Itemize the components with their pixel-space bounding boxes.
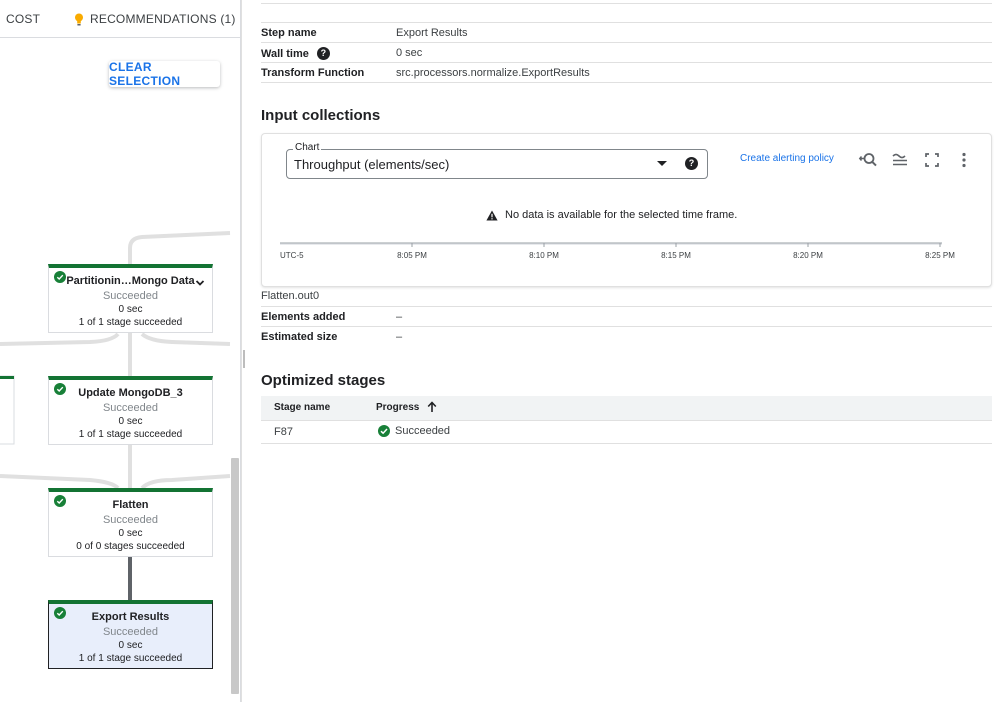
step-name-value: Export Results xyxy=(396,27,468,39)
clear-selection-button[interactable]: CLEAR SELECTION xyxy=(109,60,220,88)
wall-time-label: Wall time xyxy=(261,47,309,60)
job-graph-panel: Partitionin…Mongo Data Succeeded 0 sec 1… xyxy=(0,0,241,702)
node-stages: 1 of 1 stage succeeded xyxy=(78,429,183,440)
x-axis-tick-label: 8:25 PM xyxy=(925,251,955,260)
table-row[interactable]: F87 Succeeded xyxy=(261,421,992,444)
dropdown-arrow-icon[interactable] xyxy=(657,161,667,166)
lightbulb-icon xyxy=(75,13,83,25)
node-status: Succeeded xyxy=(102,290,159,302)
node-duration: 0 sec xyxy=(118,416,143,427)
tab-recommendations[interactable]: RECOMMENDATIONS (1) xyxy=(74,12,236,26)
x-axis-tick-label: UTC-5 xyxy=(280,251,304,260)
node-duration: 0 sec xyxy=(118,304,143,315)
x-axis-tick-label: 8:20 PM xyxy=(793,251,823,260)
transform-function-value: src.processors.normalize.ExportResults xyxy=(396,67,590,79)
legend-toggle-icon[interactable] xyxy=(890,152,910,168)
help-icon[interactable]: ? xyxy=(685,157,698,170)
create-alerting-policy-link[interactable]: Create alerting policy xyxy=(740,153,834,164)
stage-progress-text: Succeeded xyxy=(395,425,451,437)
help-icon[interactable]: ? xyxy=(316,47,330,60)
node-duration: 0 sec xyxy=(118,640,143,651)
divider-line xyxy=(261,306,992,307)
step-name-label: Step name xyxy=(261,27,317,39)
success-check-icon xyxy=(54,383,66,395)
node-stages: 0 of 0 stages succeeded xyxy=(76,541,185,552)
graph-scrollbar[interactable] xyxy=(231,458,239,694)
node-status: Succeeded xyxy=(102,514,159,526)
node-duration: 0 sec xyxy=(118,528,143,539)
node-stages: 1 of 1 stage succeeded xyxy=(78,653,183,664)
tab-recommendations-label: RECOMMENDATIONS (1) xyxy=(90,12,236,26)
collection-name: Flatten.out0 xyxy=(261,290,320,302)
sort-ascending-icon[interactable] xyxy=(427,401,437,413)
chart-select-value: Throughput (elements/sec) xyxy=(294,157,450,172)
success-check-icon xyxy=(54,271,66,283)
input-collections-title: Input collections xyxy=(261,107,381,124)
tab-cost[interactable]: COST xyxy=(6,12,40,26)
x-axis-tick-label: 8:15 PM xyxy=(661,251,691,260)
job-graph[interactable]: Partitionin…Mongo Data Succeeded 0 sec 1… xyxy=(0,0,240,702)
graph-node[interactable]: Flatten Succeeded 0 sec 0 of 0 stages su… xyxy=(48,488,213,557)
node-title: Flatten xyxy=(112,499,149,511)
elements-added-label: Elements added xyxy=(261,311,346,323)
node-title: Partitionin…Mongo Data xyxy=(66,275,195,287)
more-options-icon[interactable] xyxy=(956,152,976,168)
divider-line xyxy=(261,62,992,63)
column-progress-label: Progress xyxy=(376,401,420,413)
no-data-text: No data is available for the selected ti… xyxy=(505,209,738,221)
wall-time-value: 0 sec xyxy=(396,47,423,59)
divider-line xyxy=(261,42,992,43)
wall-time-row-label: Wall time ? xyxy=(261,47,330,60)
fullscreen-icon[interactable] xyxy=(922,152,942,168)
column-stage-name[interactable]: Stage name xyxy=(274,402,330,413)
x-axis-tick-label: 8:10 PM xyxy=(529,251,559,260)
divider-line xyxy=(261,82,992,83)
estimated-size-value: – xyxy=(396,331,403,343)
tab-bar: COST RECOMMENDATIONS (1) xyxy=(0,0,240,38)
chart-plot-area: UTC-5 8:05 PM 8:10 PM 8:15 PM 8:20 PM 8:25 PM xyxy=(280,242,955,260)
no-data-message: No data is available for the selected ti… xyxy=(486,209,737,221)
divider-line xyxy=(261,22,992,23)
zoom-reset-icon[interactable] xyxy=(858,152,878,168)
graph-node-selected[interactable]: Export Results Succeeded 0 sec 1 of 1 st… xyxy=(48,600,213,669)
step-details-panel: Step name Export Results Wall time ? 0 s… xyxy=(242,0,998,702)
divider-line xyxy=(261,3,992,4)
throughput-chart-card: Chart Throughput (elements/sec) ? Create… xyxy=(261,133,992,287)
stage-name-cell: F87 xyxy=(274,426,293,438)
graph-node[interactable]: Partitionin…Mongo Data Succeeded 0 sec 1… xyxy=(48,264,213,333)
divider-line xyxy=(261,326,992,327)
column-progress[interactable]: Progress xyxy=(376,401,437,413)
estimated-size-label: Estimated size xyxy=(261,331,338,343)
graph-edges xyxy=(0,231,231,601)
node-stages: 1 of 1 stage succeeded xyxy=(78,317,183,328)
chart-metric-select[interactable]: Chart Throughput (elements/sec) ? xyxy=(286,142,708,179)
x-axis-tick-label: 8:05 PM xyxy=(397,251,427,260)
node-title: Export Results xyxy=(91,611,170,623)
warning-icon xyxy=(486,210,498,220)
chart-select-label: Chart xyxy=(293,142,322,153)
node-status: Succeeded xyxy=(102,402,159,414)
node-title: Update MongoDB_3 xyxy=(78,387,183,399)
stages-table-header: Stage name Progress xyxy=(261,396,992,421)
stage-progress-cell: Succeeded xyxy=(378,425,450,437)
success-check-icon xyxy=(378,425,390,437)
graph-node[interactable]: Update MongoDB_3 Succeeded 0 sec 1 of 1 … xyxy=(48,376,213,445)
transform-function-label: Transform Function xyxy=(261,67,365,79)
success-check-icon xyxy=(54,607,66,619)
node-status: Succeeded xyxy=(102,626,159,638)
elements-added-value: – xyxy=(396,311,403,323)
x-axis-ticks: UTC-5 8:05 PM 8:10 PM 8:15 PM 8:20 PM 8:25 PM xyxy=(280,243,955,260)
chevron-down-icon[interactable] xyxy=(195,274,205,292)
success-check-icon xyxy=(54,495,66,507)
optimized-stages-title: Optimized stages xyxy=(261,372,386,389)
